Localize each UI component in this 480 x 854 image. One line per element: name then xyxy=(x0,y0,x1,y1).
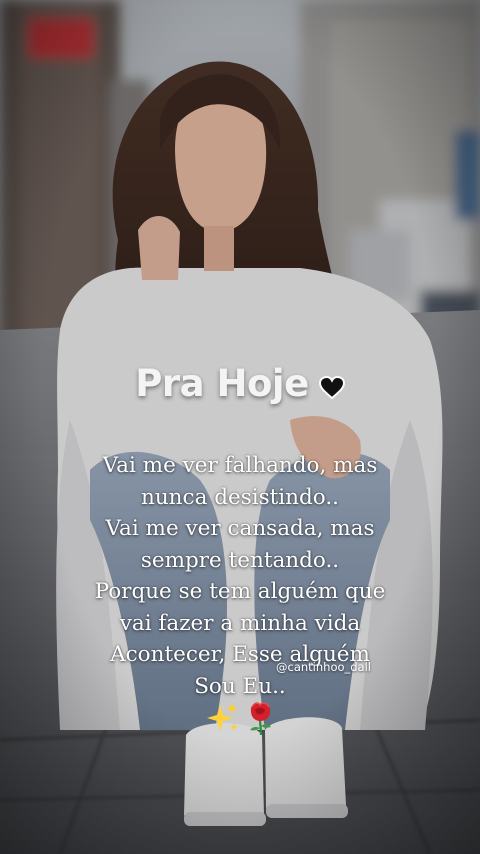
watermark-handle: @cantinhoo_dall xyxy=(276,660,371,674)
message-line: Sou Eu.. xyxy=(194,673,286,699)
rose-icon xyxy=(250,702,271,736)
black-heart-icon xyxy=(318,375,345,399)
message-line: Porque se tem alguém que xyxy=(94,579,386,604)
reel-frame: Pra Hoje Vai me ver falhando, mas nunca … xyxy=(0,0,480,854)
message-line: sempre tentando.. xyxy=(140,547,340,573)
title-row: Pra Hoje xyxy=(0,362,480,405)
sparkles-icon xyxy=(207,703,238,731)
decoration-emojis xyxy=(207,702,271,736)
message-line: vai fazer a minha vida xyxy=(119,610,361,636)
message-line: Vai me ver cansada, mas xyxy=(105,516,375,541)
message-line: nunca desistindo.. xyxy=(140,484,340,510)
message-line: Vai me ver falhando, mas xyxy=(102,453,378,478)
title: Pra Hoje xyxy=(135,362,309,405)
